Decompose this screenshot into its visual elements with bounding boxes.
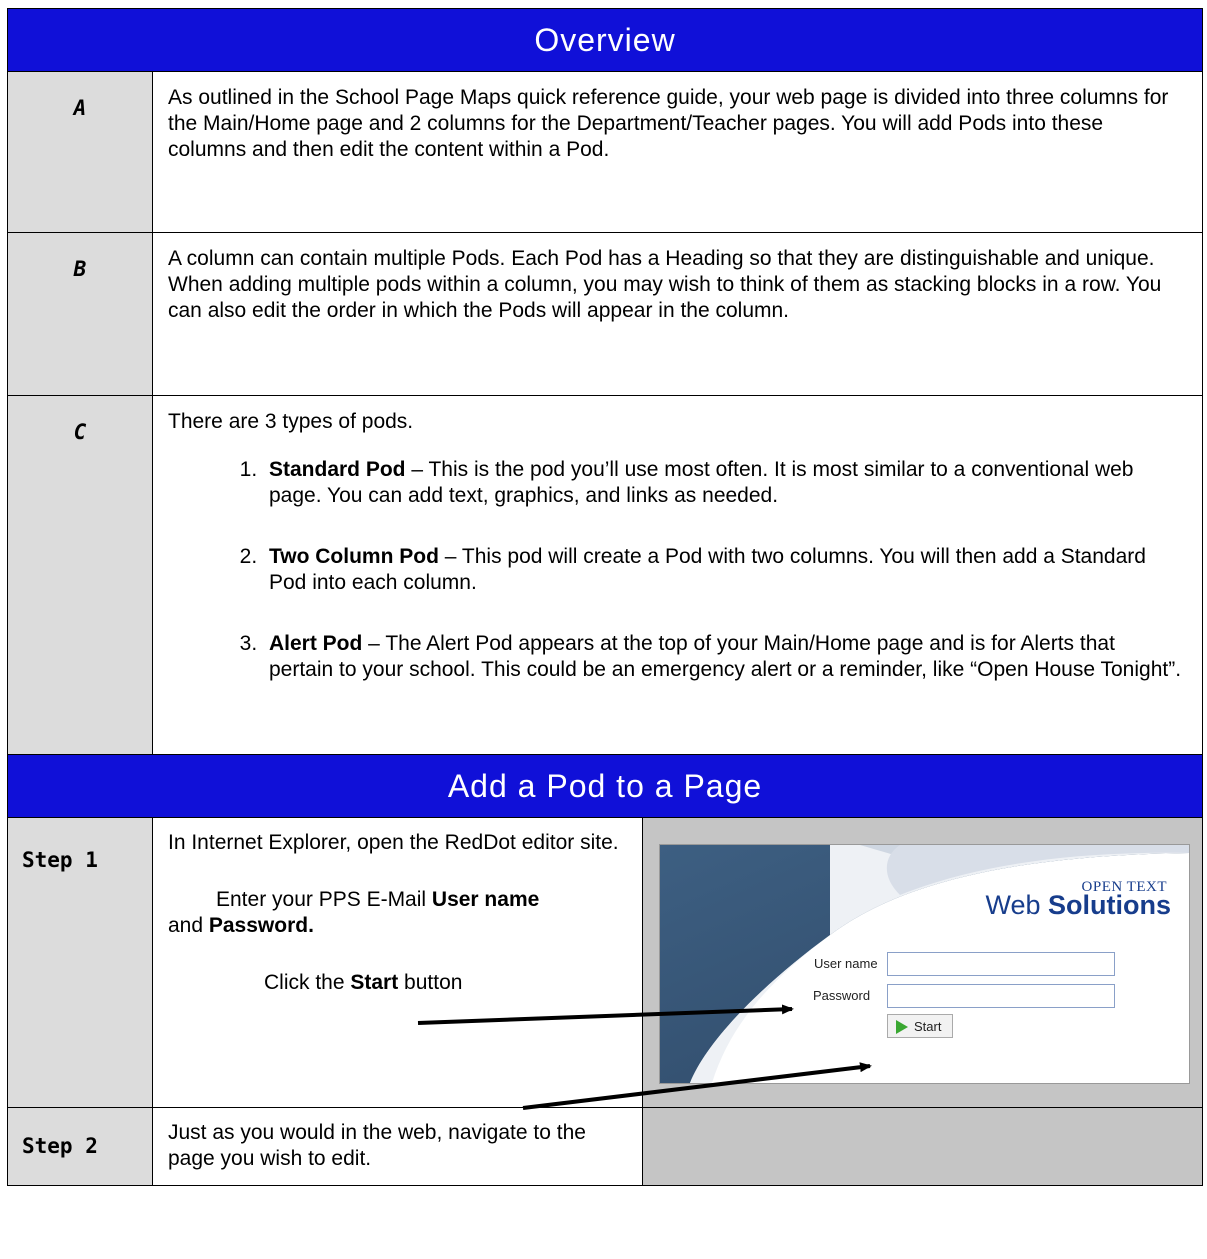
step-label-text: Step 2 [22, 1134, 98, 1158]
step2-image-cell [642, 1107, 1203, 1186]
step-label-text: Step 1 [22, 848, 98, 872]
password-field[interactable] [887, 984, 1115, 1008]
password-label: Password [813, 988, 871, 1003]
step1-label: Step 1 [7, 817, 153, 1108]
list-item: Two Column Pod – This pod will create a … [263, 544, 1184, 596]
login-screenshot-cell: OPEN TEXT Web Solutions User name Passwo… [642, 817, 1203, 1108]
add-pod-heading: Add a Pod to a Page [447, 768, 763, 804]
step2-label: Step 2 [7, 1107, 153, 1186]
row-label-text: C [73, 420, 87, 444]
step1-line2b: and Password. [168, 914, 314, 937]
pod-types-list: Standard Pod – This is the pod you’ll us… [168, 457, 1184, 683]
list-item: Standard Pod – This is the pod you’ll us… [263, 457, 1184, 509]
step1-line2: Enter your PPS E-Mail User name [216, 888, 540, 911]
row-text-b: A column can contain multiple Pods. Each… [152, 232, 1203, 396]
add-pod-banner: Add a Pod to a Page [7, 754, 1203, 818]
pod-types-intro: There are 3 types of pods. [168, 410, 414, 433]
pod-type-name: Alert Pod [269, 632, 363, 655]
row-text-a: As outlined in the School Page Maps quic… [152, 71, 1203, 233]
pod-type-name: Two Column Pod [269, 545, 439, 568]
document-table: Overview A As outlined in the School Pag… [7, 8, 1203, 1186]
start-button-label: Start [914, 1019, 942, 1034]
row-label-a: A [7, 71, 153, 233]
play-icon [896, 1020, 908, 1034]
step2-text: Just as you would in the web, navigate t… [152, 1107, 643, 1186]
username-label: User name [814, 956, 878, 971]
overview-heading: Overview [534, 22, 676, 58]
start-button[interactable]: Start [887, 1014, 953, 1038]
login-screenshot: OPEN TEXT Web Solutions User name Passwo… [659, 844, 1190, 1084]
step1-line3: Click the Start button [264, 971, 463, 994]
step1-text: In Internet Explorer, open the RedDot ed… [152, 817, 643, 1108]
websolutions-logo: Web Solutions [985, 890, 1171, 920]
username-field[interactable] [887, 952, 1115, 976]
step1-line1: In Internet Explorer, open the RedDot ed… [168, 831, 619, 854]
overview-banner: Overview [7, 8, 1203, 72]
row-label-c: C [7, 395, 153, 755]
row-label-b: B [7, 232, 153, 396]
row-text-c: There are 3 types of pods. Standard Pod … [152, 395, 1203, 755]
row-label-text: A [73, 96, 87, 120]
pod-type-name: Standard Pod [269, 458, 406, 481]
list-item: Alert Pod – The Alert Pod appears at the… [263, 631, 1184, 683]
row-label-text: B [73, 257, 87, 281]
pod-type-desc: – The Alert Pod appears at the top of yo… [269, 632, 1182, 681]
